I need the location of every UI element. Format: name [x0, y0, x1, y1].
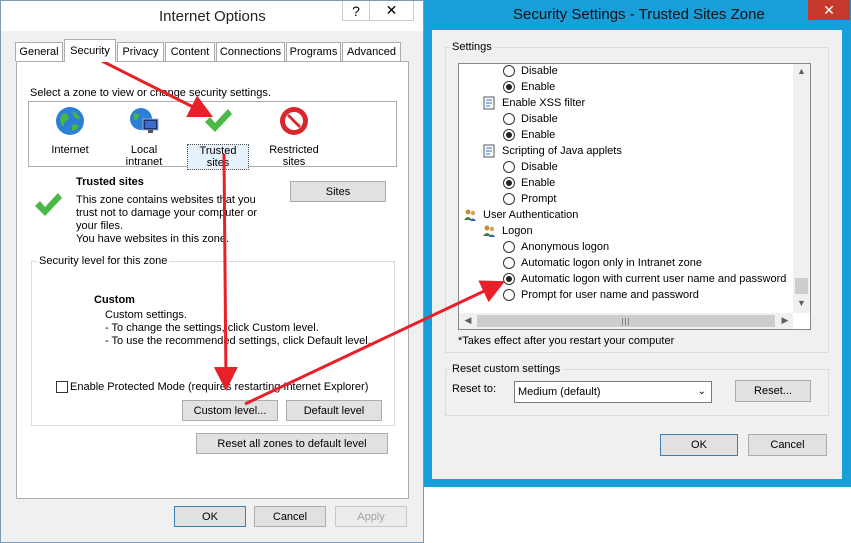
zone-internet-label: Internet: [51, 144, 89, 156]
radio-button-selected[interactable]: [503, 81, 515, 93]
zone-description-line: trust not to damage your computer or: [76, 207, 257, 219]
chevron-down-icon: ⌄: [697, 386, 706, 397]
trusted-sites-checkmark-icon: [35, 193, 62, 216]
cancel-button[interactable]: Cancel: [748, 434, 827, 456]
vertical-scrollbar[interactable]: [793, 64, 810, 313]
close-button[interactable]: ✕: [369, 1, 414, 21]
zone-internet[interactable]: Internet: [39, 105, 101, 156]
zone-description: This zone contains websites that you tru…: [76, 194, 257, 246]
subcategory-label: Logon: [502, 225, 533, 237]
option-label: Enable: [521, 177, 556, 189]
zone-restricted-sites[interactable]: Restricted sites: [263, 105, 325, 168]
reset-custom-settings-legend: Reset custom settings: [450, 363, 563, 375]
custom-description: Custom settings. - To change the setting…: [105, 309, 371, 348]
scroll-left-arrow-icon[interactable]: ◀: [461, 315, 475, 326]
option-label: Disable: [521, 65, 558, 77]
setting-icon: [483, 144, 495, 158]
cancel-button[interactable]: Cancel: [254, 506, 326, 527]
option-label: Anonymous logon: [521, 241, 610, 253]
tab-content[interactable]: Content: [165, 42, 215, 61]
custom-line: Custom settings.: [105, 309, 187, 321]
setting-header: Scripting of Java applets: [502, 145, 622, 157]
setting-header: Enable XSS filter: [502, 97, 586, 109]
zone-local-intranet[interactable]: Local intranet: [113, 105, 175, 168]
option-label: Enable: [521, 129, 556, 141]
ok-button[interactable]: OK: [174, 506, 246, 527]
reset-button[interactable]: Reset...: [735, 380, 811, 402]
users-icon: [483, 225, 495, 237]
radio-button[interactable]: [503, 161, 515, 173]
selected-zone-title: Trusted sites: [76, 176, 144, 188]
radio-button[interactable]: [503, 289, 515, 301]
sites-button[interactable]: Sites: [290, 181, 386, 202]
horizontal-scroll-thumb[interactable]: |||: [477, 315, 775, 327]
ok-button[interactable]: OK: [660, 434, 738, 456]
tab-privacy[interactable]: Privacy: [117, 42, 164, 61]
protected-mode-checkbox[interactable]: [56, 381, 68, 393]
help-button[interactable]: ?: [342, 1, 369, 21]
scroll-up-arrow-icon[interactable]: ▲: [793, 66, 810, 76]
custom-title: Custom: [94, 294, 135, 306]
users-icon: [464, 209, 476, 221]
option-label: Automatic logon with current user name a…: [521, 273, 787, 285]
option-label: Disable: [521, 113, 558, 125]
radio-button[interactable]: [503, 193, 515, 205]
restart-note: *Takes effect after you restart your com…: [458, 335, 675, 347]
radio-button[interactable]: [503, 113, 515, 125]
internet-options-window: Internet Options ? ✕ General Security Pr…: [0, 0, 424, 543]
restricted-icon: [280, 107, 308, 135]
radio-button-selected[interactable]: [503, 177, 515, 189]
tab-advanced[interactable]: Advanced: [342, 42, 401, 61]
radio-button[interactable]: [503, 65, 515, 77]
reset-to-select[interactable]: Medium (default) ⌄: [514, 381, 712, 403]
apply-button: Apply: [335, 506, 407, 527]
close-button[interactable]: ✕: [808, 0, 850, 20]
tab-connections[interactable]: Connections: [216, 42, 285, 61]
radio-button-selected[interactable]: [503, 273, 515, 285]
security-settings-title: Security Settings - Trusted Sites Zone: [513, 6, 765, 23]
option-label: Prompt for user name and password: [521, 289, 699, 301]
zone-restricted-sites-label: Restricted sites: [269, 144, 319, 168]
zone-description-line: This zone contains websites that you: [76, 194, 256, 206]
setting-icon: [483, 96, 495, 110]
internet-options-titlebar[interactable]: Internet Options ? ✕: [1, 1, 423, 31]
radio-button[interactable]: [503, 241, 515, 253]
zone-trusted-sites[interactable]: Trusted sites: [187, 105, 249, 170]
option-label: Automatic logon only in Intranet zone: [521, 257, 703, 269]
reset-to-value: Medium (default): [518, 386, 601, 398]
tab-programs[interactable]: Programs: [286, 42, 341, 61]
radio-button-selected[interactable]: [503, 129, 515, 141]
zone-trusted-sites-label: Trusted sites: [187, 144, 249, 170]
scroll-right-arrow-icon[interactable]: ▶: [778, 315, 792, 326]
zone-description-line: You have websites in this zone.: [76, 233, 230, 245]
custom-line: - To change the settings, click Custom l…: [105, 322, 319, 334]
globe-icon: [56, 107, 84, 135]
default-level-button[interactable]: Default level: [286, 400, 382, 421]
intranet-icon: [130, 108, 159, 133]
category-label: User Authentication: [483, 209, 579, 221]
window-title: Internet Options: [159, 8, 266, 25]
radio-button[interactable]: [503, 257, 515, 269]
custom-level-button[interactable]: Custom level...: [182, 400, 278, 421]
reset-to-label: Reset to:: [452, 383, 497, 395]
settings-legend: Settings: [450, 41, 494, 53]
zone-local-intranet-label: Local intranet: [125, 144, 163, 168]
tab-general[interactable]: General: [15, 42, 63, 61]
protected-mode-label: Enable Protected Mode (requires restarti…: [70, 381, 369, 393]
custom-line: - To use the recommended settings, click…: [105, 335, 371, 347]
scroll-down-arrow-icon[interactable]: ▼: [793, 298, 810, 308]
option-label: Disable: [521, 161, 558, 173]
vertical-scroll-thumb[interactable]: [795, 278, 808, 294]
option-label: Enable: [521, 81, 556, 93]
checkmark-icon: [205, 109, 232, 132]
option-label: Prompt: [521, 193, 557, 205]
zone-description-line: your files.: [76, 220, 124, 232]
zone-prompt: Select a zone to view or change security…: [30, 87, 271, 99]
tab-security[interactable]: Security: [64, 39, 116, 62]
reset-all-zones-button[interactable]: Reset all zones to default level: [196, 433, 388, 454]
security-level-legend: Security level for this zone: [37, 255, 170, 267]
